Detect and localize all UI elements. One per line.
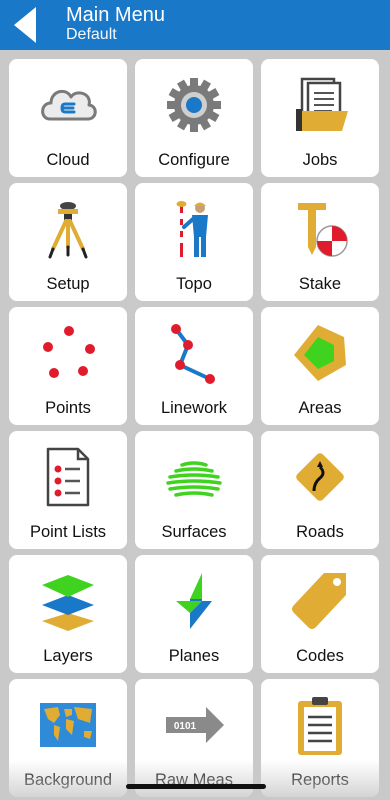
tile-label: Linework xyxy=(160,399,228,417)
back-button[interactable] xyxy=(0,0,50,50)
tile-layers[interactable]: Layers xyxy=(9,555,127,673)
tile-points[interactable]: Points xyxy=(9,307,127,425)
gear-icon xyxy=(167,78,221,132)
area-icon xyxy=(294,325,346,381)
home-indicator[interactable] xyxy=(126,784,266,789)
tile-linework[interactable]: Linework xyxy=(135,307,253,425)
tripod-icon xyxy=(48,202,88,259)
surveyor-icon xyxy=(176,201,208,257)
tile-background[interactable]: Background xyxy=(9,679,127,797)
tile-label: Cloud xyxy=(46,151,90,169)
tile-raw-meas[interactable]: 0101 Raw Meas xyxy=(135,679,253,797)
tile-areas[interactable]: Areas xyxy=(261,307,379,425)
tile-label: Configure xyxy=(158,151,230,169)
tile-label: Stake xyxy=(298,275,342,293)
folder-icon xyxy=(296,77,348,131)
tile-roads[interactable]: Roads xyxy=(261,431,379,549)
tile-configure[interactable]: Configure xyxy=(135,59,253,177)
tile-label: Point Lists xyxy=(29,523,107,541)
tile-label: Surfaces xyxy=(161,523,227,541)
cloud-icon xyxy=(41,89,97,121)
menu-grid: Cloud Configure Jobs Setup Topo Stake Po… xyxy=(9,59,379,797)
tile-label: Areas xyxy=(298,399,342,417)
tile-label: Reports xyxy=(291,771,349,789)
title-block: Main Menu Default xyxy=(66,4,165,44)
tile-label: Setup xyxy=(46,275,90,293)
road-sign-icon xyxy=(296,453,344,501)
world-map-icon xyxy=(40,703,96,747)
tile-label: Background xyxy=(23,771,113,789)
page-subtitle: Default xyxy=(66,26,117,43)
planes-icon xyxy=(176,573,212,629)
tile-topo[interactable]: Topo xyxy=(135,183,253,301)
linework-icon xyxy=(171,324,215,384)
tile-point-lists[interactable]: Point Lists xyxy=(9,431,127,549)
point-list-icon xyxy=(46,447,90,507)
back-arrow-icon xyxy=(14,7,36,43)
tile-planes[interactable]: Planes xyxy=(135,555,253,673)
tile-label: Codes xyxy=(296,647,344,665)
stake-icon xyxy=(298,203,348,257)
tile-jobs[interactable]: Jobs xyxy=(261,59,379,177)
tag-icon xyxy=(292,573,346,629)
tile-label: Planes xyxy=(168,647,220,665)
clipboard-icon xyxy=(298,697,342,755)
surface-icon xyxy=(166,461,222,497)
points-icon xyxy=(43,326,95,378)
tile-label: Layers xyxy=(43,647,93,665)
tile-label: Roads xyxy=(296,523,344,541)
tile-label: Topo xyxy=(176,275,212,293)
tile-surfaces[interactable]: Surfaces xyxy=(135,431,253,549)
tile-label: Jobs xyxy=(302,151,338,169)
top-bar: Main Menu Default xyxy=(0,0,390,50)
tile-codes[interactable]: Codes xyxy=(261,555,379,673)
layers-icon xyxy=(42,575,94,631)
svg-text:0101: 0101 xyxy=(174,721,197,732)
tile-label: Points xyxy=(45,399,91,417)
raw-data-arrow-icon: 0101 xyxy=(166,707,224,743)
tile-setup[interactable]: Setup xyxy=(9,183,127,301)
tile-reports[interactable]: Reports xyxy=(261,679,379,797)
tile-cloud[interactable]: Cloud xyxy=(9,59,127,177)
tile-stake[interactable]: Stake xyxy=(261,183,379,301)
page-title: Main Menu xyxy=(66,4,165,26)
